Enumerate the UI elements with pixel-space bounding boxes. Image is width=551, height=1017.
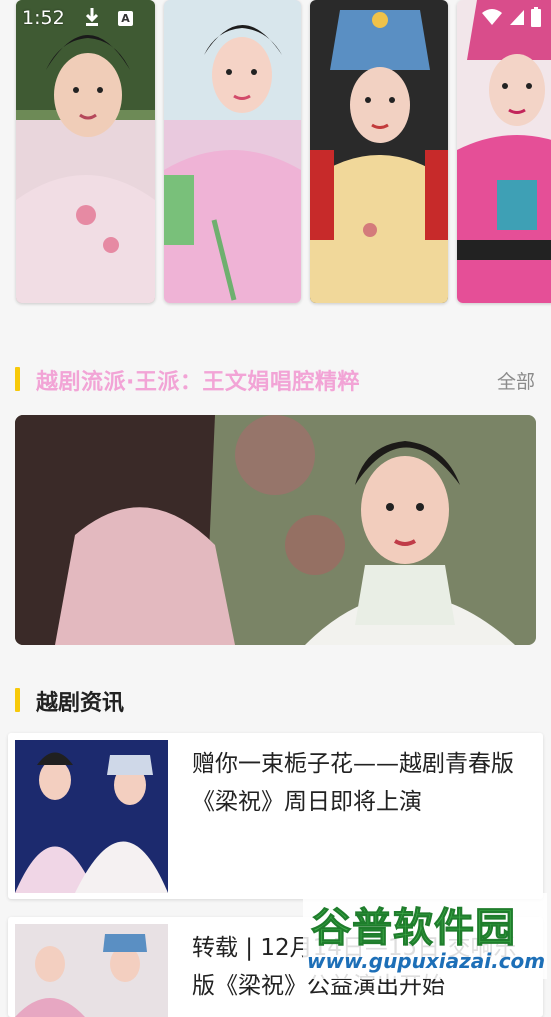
signal-icon — [510, 10, 524, 25]
section-accent-bar — [15, 367, 20, 391]
featured-video-banner[interactable] — [15, 415, 536, 645]
opera-photo-card-1[interactable] — [16, 0, 155, 303]
featured-section-title: 越剧流派·王派：王文娟唱腔精粹 — [36, 370, 360, 395]
status-bar: 1:52 A — [0, 0, 551, 36]
section-accent-bar — [15, 688, 20, 712]
download-icon — [85, 8, 99, 26]
news-section-title: 越剧资讯 — [36, 691, 125, 716]
opera-photo-card-4[interactable] — [457, 0, 551, 303]
battery-icon — [531, 7, 541, 27]
news-thumbnail — [15, 924, 168, 1017]
status-time: 1:52 — [22, 7, 65, 29]
view-all-link[interactable]: 全部 — [497, 367, 535, 394]
notification-a-icon: A — [118, 11, 133, 26]
opera-photo-card-3[interactable] — [310, 0, 448, 303]
watermark: 谷普软件园 www.gupuxiazai.com — [303, 893, 547, 979]
watermark-url: www.gupuxiazai.com — [307, 949, 546, 973]
news-title: 赠你一束栀子花——越剧青春版《梁祝》周日即将上演 — [192, 751, 514, 815]
watermark-text: 谷普软件园 — [311, 905, 516, 952]
opera-photo-card-2[interactable] — [164, 0, 301, 303]
wifi-icon — [482, 9, 502, 25]
status-icons — [481, 7, 541, 27]
news-thumbnail — [15, 740, 168, 893]
news-item[interactable]: 赠你一束栀子花——越剧青春版《梁祝》周日即将上演 — [8, 733, 543, 899]
